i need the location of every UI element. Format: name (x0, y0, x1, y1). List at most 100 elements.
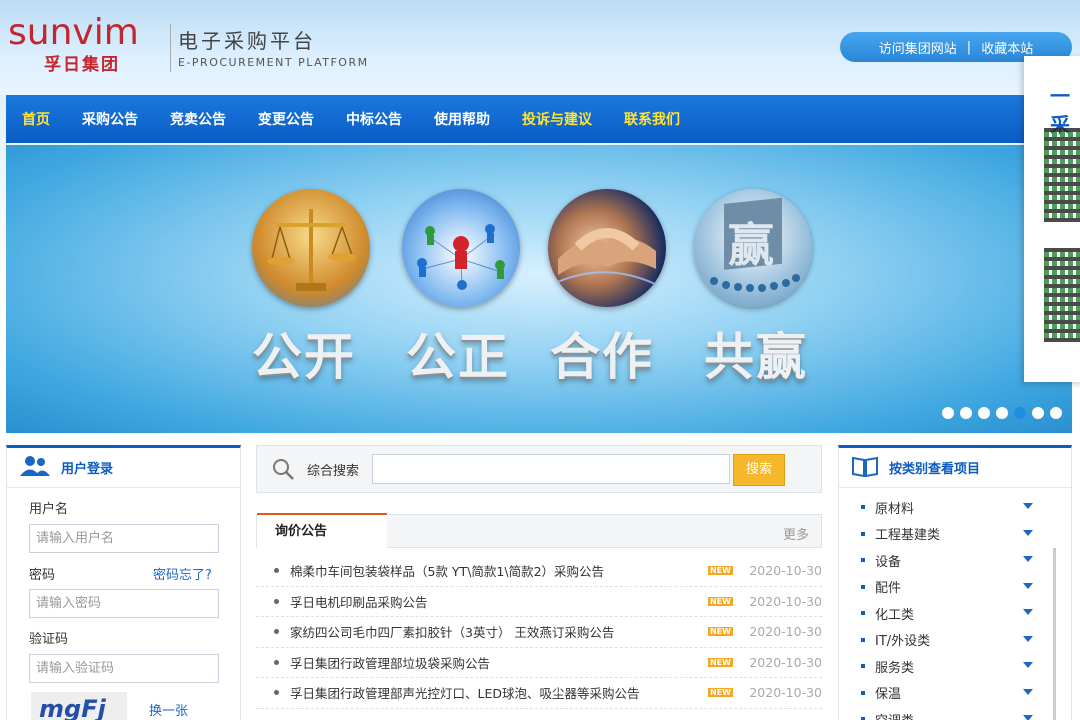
category-item[interactable]: 空调类 (861, 706, 1033, 720)
chevron-down-icon[interactable] (1023, 503, 1033, 509)
platform-title-en: E-PROCUREMENT PLATFORM (178, 56, 369, 69)
search-bar: 综合搜索 搜索 (256, 445, 822, 493)
login-panel: 用户登录 用户名 请输入用户名 密码 密码忘了? 请输入密码 验证码 请输入验证… (6, 445, 241, 720)
category-label: 化工类 (875, 607, 915, 623)
nav-item-change[interactable]: 变更公告 (258, 109, 314, 129)
category-header: 按类别查看项目 (839, 448, 1071, 488)
carousel-dot[interactable] (960, 407, 972, 419)
carousel-dot[interactable] (1032, 407, 1044, 419)
announcement-date: 2020-10-30 (749, 624, 822, 640)
chevron-down-icon[interactable] (1023, 715, 1033, 720)
category-item[interactable]: 保温 (861, 680, 1033, 706)
search-input[interactable] (372, 454, 730, 484)
tab-inquiry[interactable]: 询价公告 (257, 513, 387, 549)
user-icon (19, 455, 51, 481)
announcement-title[interactable]: 家纺四公司毛巾四厂素扣胶针（3英寸） 王效燕订采购公告 (290, 622, 614, 641)
carousel-dot[interactable] (942, 407, 954, 419)
list-item[interactable]: 孚日集团行政管理部声光控灯口、LED球泡、吸尘器等采购公告 NEW 2020-1… (256, 678, 822, 709)
forgot-password-link[interactable]: 密码忘了? (153, 564, 212, 583)
slogan-cooperate: 合作 (550, 328, 654, 386)
password-label: 密码 (29, 568, 56, 583)
announcement-date: 2020-10-30 (749, 593, 822, 609)
new-badge: NEW (708, 566, 733, 576)
logo-wordmark: sunvim (8, 12, 139, 53)
list-item[interactable]: 家纺四公司毛巾四厂素扣胶针（3英寸） 王效燕订采购公告 NEW 2020-10-… (256, 617, 822, 648)
new-badge: NEW (708, 596, 733, 606)
logo-chinese: 孚日集团 (44, 55, 120, 75)
chevron-down-icon[interactable] (1023, 582, 1033, 589)
bullet-icon (861, 558, 865, 562)
category-item[interactable]: 服务类 (861, 653, 1033, 679)
book-icon (851, 455, 879, 481)
nav-item-home[interactable]: 首页 (22, 109, 50, 129)
bullet-icon (861, 584, 865, 589)
visit-group-site-link[interactable]: 访问集团网站 (879, 38, 957, 57)
chevron-down-icon[interactable] (1023, 529, 1033, 536)
category-label: 保温 (875, 687, 902, 702)
bullet-icon (861, 531, 865, 536)
nav-item-complaint[interactable]: 投诉与建议 (522, 109, 592, 129)
bullet-icon (274, 568, 279, 574)
category-label: IT/外设类 (875, 634, 931, 649)
carousel-dot[interactable] (1050, 407, 1062, 419)
nav-item-contact[interactable]: 联系我们 (624, 109, 680, 129)
handshake-image (548, 189, 666, 307)
announcement-title[interactable]: 孚日集团行政管理部声光控灯口、LED球泡、吸尘器等采购公告 (290, 683, 640, 702)
category-item[interactable]: 原材料 (861, 494, 1033, 520)
captcha-input[interactable]: 请输入验证码 (29, 654, 219, 683)
category-label: 服务类 (875, 660, 915, 676)
link-separator: | (966, 39, 972, 55)
category-label: 原材料 (875, 501, 915, 517)
login-header: 用户登录 (7, 448, 240, 488)
inquiry-announcements: 询价公告 更多 棉柔巾车间包装袋样品（5款 YT\简款1\简款2）采购公告 NE… (256, 513, 822, 720)
carousel-dots (942, 407, 1062, 419)
category-item[interactable]: 设备 (861, 547, 1033, 573)
username-input[interactable]: 请输入用户名 (29, 524, 219, 553)
nav-item-purchase[interactable]: 采购公告 (82, 109, 138, 129)
announcement-title[interactable]: 孚日电机印刷品采购公告 (290, 592, 428, 611)
more-link[interactable]: 更多 (783, 524, 809, 543)
search-label: 综合搜索 (307, 464, 360, 479)
password-input[interactable]: 请输入密码 (29, 589, 219, 618)
list-item[interactable]: 棉柔巾车间包装袋样品（5款 YT\简款1\简款2）采购公告 NEW 2020-1… (256, 556, 822, 587)
search-button[interactable]: 搜索 (733, 454, 785, 486)
chevron-down-icon[interactable] (1023, 556, 1033, 562)
bullet-icon (861, 611, 865, 615)
qr-code-image (1044, 128, 1080, 222)
category-item[interactable]: 工程基建类 (861, 521, 1033, 547)
bullet-icon (274, 690, 279, 696)
carousel-dot-active[interactable] (1014, 407, 1026, 419)
login-title: 用户登录 (61, 462, 114, 477)
category-item[interactable]: 配件 (861, 574, 1033, 600)
list-item[interactable]: 孚日集团行政管理部垃圾袋采购公告 NEW 2020-10-30 (256, 648, 822, 678)
chevron-down-icon[interactable] (1023, 635, 1033, 642)
nav-item-auction[interactable]: 竞卖公告 (170, 109, 226, 129)
nav-item-help[interactable]: 使用帮助 (434, 109, 490, 129)
chevron-down-icon[interactable] (1023, 609, 1033, 615)
category-label: 工程基建类 (875, 528, 941, 543)
announcement-title[interactable]: 孚日集团行政管理部垃圾袋采购公告 (290, 653, 490, 672)
category-item[interactable]: 化工类 (861, 600, 1033, 626)
category-label: 配件 (875, 581, 902, 596)
category-scrollbar[interactable] (1053, 548, 1056, 720)
chevron-down-icon[interactable] (1023, 688, 1033, 695)
chevron-down-icon[interactable] (1023, 662, 1033, 668)
bullet-icon (274, 659, 279, 665)
platform-title-cn: 电子采购平台 (178, 29, 316, 53)
hero-banner[interactable]: 赢 公开 公正 合作 共赢 (6, 145, 1072, 433)
bullet-icon (861, 664, 865, 668)
list-item[interactable]: 孚日电机印刷品采购公告 NEW 2020-10-30 (256, 587, 822, 617)
platform-title: 电子采购平台 E-PROCUREMENT PLATFORM (178, 28, 369, 69)
bookmark-site-link[interactable]: 收藏本站 (981, 38, 1033, 57)
announcement-title[interactable]: 棉柔巾车间包装袋样品（5款 YT\简款1\简款2）采购公告 (290, 561, 604, 580)
announcement-date: 2020-10-30 (749, 685, 822, 701)
sunvim-logo[interactable]: sunvim 孚日集团 (8, 14, 154, 76)
announcement-list: 棉柔巾车间包装袋样品（5款 YT\简款1\简款2）采购公告 NEW 2020-1… (256, 556, 822, 709)
refresh-captcha-link[interactable]: 换一张 (149, 700, 188, 719)
search-icon (271, 457, 295, 485)
nav-item-award[interactable]: 中标公告 (346, 109, 402, 129)
carousel-dot[interactable] (978, 407, 990, 419)
category-item[interactable]: IT/外设类 (861, 627, 1033, 653)
carousel-dot[interactable] (996, 407, 1008, 419)
main-nav: 首页 采购公告 竞卖公告 变更公告 中标公告 使用帮助 投诉与建议 联系我们 (6, 95, 1072, 143)
